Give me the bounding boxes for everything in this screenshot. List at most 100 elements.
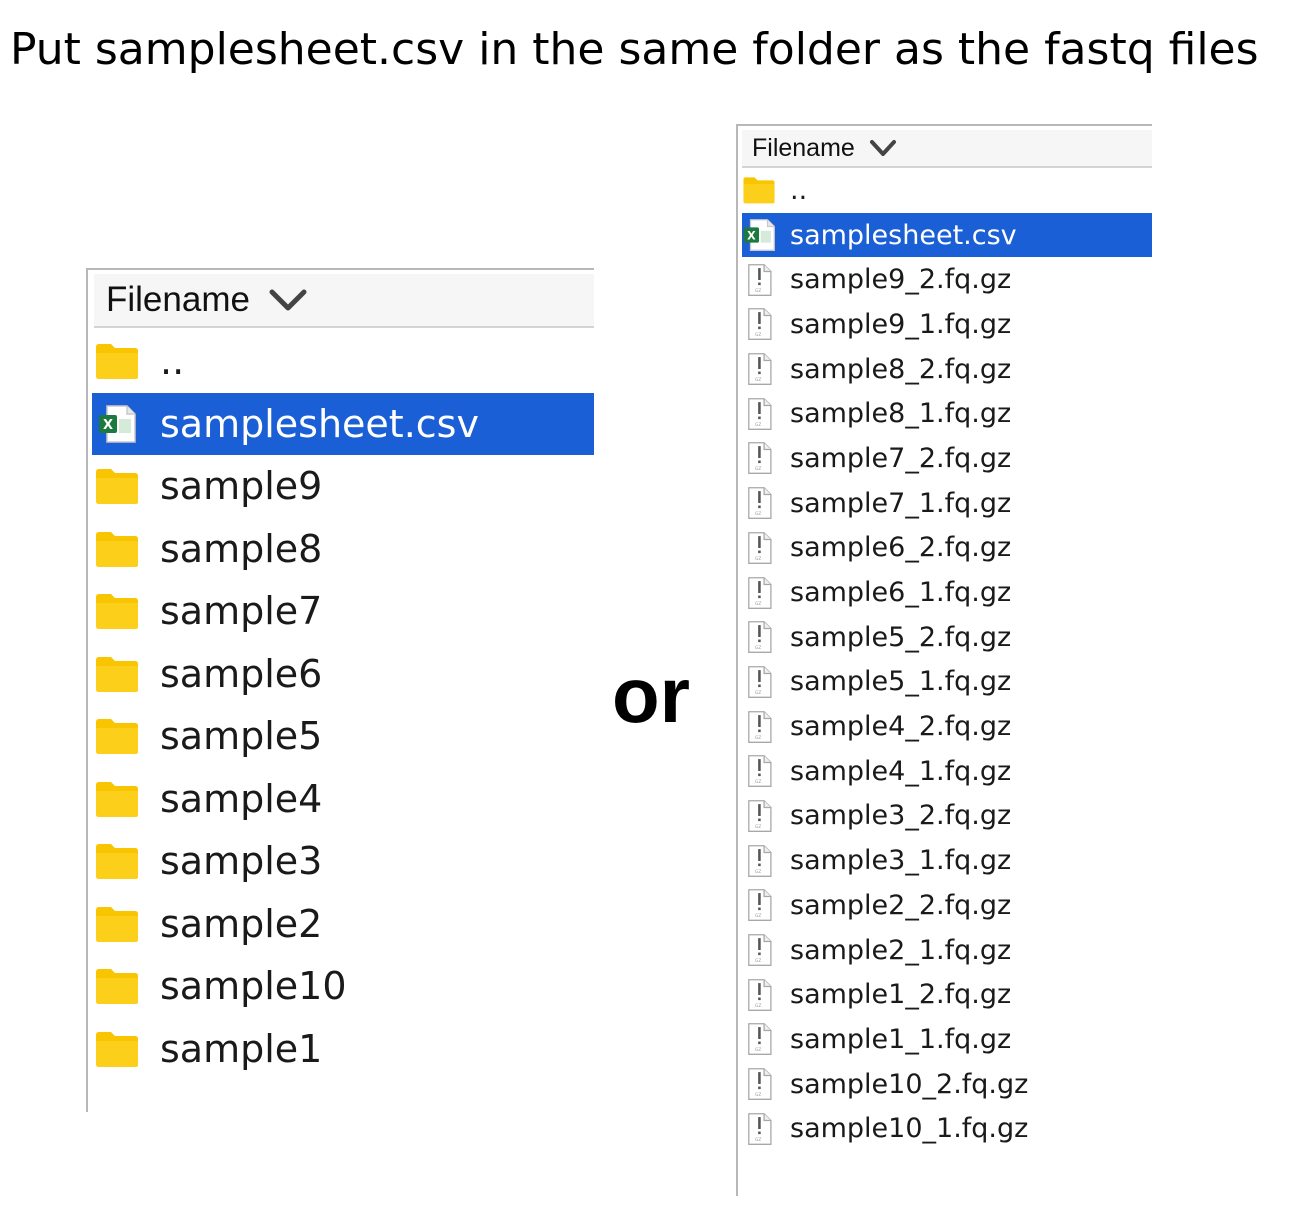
file-row[interactable]: GZ sample9_1.fq.gz: [742, 302, 1152, 347]
gz-file-icon: GZ: [742, 441, 776, 475]
svg-text:GZ: GZ: [755, 466, 761, 472]
file-name: sample1_1.fq.gz: [790, 1023, 1012, 1055]
file-row[interactable]: GZ sample9_2.fq.gz: [742, 257, 1152, 302]
file-row[interactable]: GZ sample4_1.fq.gz: [742, 749, 1152, 794]
file-name: samplesheet.csv: [160, 401, 479, 446]
file-row[interactable]: sample1: [92, 1018, 594, 1081]
svg-text:GZ: GZ: [755, 779, 761, 785]
file-name: sample10: [160, 964, 347, 1009]
file-name: sample4_2.fq.gz: [790, 711, 1012, 743]
svg-text:GZ: GZ: [755, 645, 761, 651]
filename-column-header[interactable]: Filename: [742, 130, 1152, 168]
file-name: sample7_2.fq.gz: [790, 442, 1012, 474]
file-list-panel-folders: Filename .. Xsamplesheet.csv sample9 sample…: [86, 268, 594, 1112]
file-name: sample4_1.fq.gz: [790, 755, 1012, 787]
folder-icon: [94, 591, 140, 631]
file-name: sample8: [160, 526, 323, 571]
file-name: sample9_1.fq.gz: [790, 308, 1012, 340]
file-row[interactable]: sample9: [92, 455, 594, 518]
file-row[interactable]: Xsamplesheet.csv: [92, 392, 594, 455]
file-name: sample8_1.fq.gz: [790, 398, 1012, 430]
file-row[interactable]: ..: [92, 330, 594, 393]
file-name: sample5: [160, 714, 323, 759]
file-name: sample7: [160, 589, 323, 634]
file-name: sample3_1.fq.gz: [790, 845, 1012, 877]
file-name: ..: [790, 174, 808, 206]
file-name: sample9: [160, 464, 323, 509]
gz-file-icon: GZ: [742, 486, 776, 520]
file-name: sample6_1.fq.gz: [790, 577, 1012, 609]
file-row[interactable]: Xsamplesheet.csv: [742, 212, 1152, 258]
file-row[interactable]: GZ sample6_1.fq.gz: [742, 570, 1152, 615]
svg-text:GZ: GZ: [755, 869, 761, 875]
file-row[interactable]: GZ sample10_1.fq.gz: [742, 1106, 1152, 1151]
file-row[interactable]: GZ sample6_2.fq.gz: [742, 526, 1152, 571]
svg-text:X: X: [103, 418, 113, 433]
file-list: .. Xsamplesheet.csv GZ sample9_2.fq.gz GZ sam…: [742, 168, 1152, 1151]
file-row[interactable]: GZ sample7_1.fq.gz: [742, 481, 1152, 526]
folder-icon: [94, 466, 140, 506]
file-row[interactable]: sample5: [92, 705, 594, 768]
gz-file-icon: GZ: [742, 799, 776, 833]
file-row[interactable]: GZ sample5_1.fq.gz: [742, 660, 1152, 705]
gz-file-icon: GZ: [742, 978, 776, 1012]
separator-text: or: [612, 651, 690, 739]
file-name: sample6: [160, 651, 323, 696]
file-row[interactable]: ..: [742, 168, 1152, 213]
file-name: sample2_1.fq.gz: [790, 934, 1012, 966]
folder-icon: [94, 779, 140, 819]
file-row[interactable]: GZ sample4_2.fq.gz: [742, 704, 1152, 749]
file-name: sample5_2.fq.gz: [790, 621, 1012, 653]
file-row[interactable]: GZ sample8_2.fq.gz: [742, 347, 1152, 392]
file-row[interactable]: sample10: [92, 955, 594, 1018]
file-name: sample8_2.fq.gz: [790, 353, 1012, 385]
file-row[interactable]: sample2: [92, 893, 594, 956]
file-row[interactable]: sample4: [92, 768, 594, 831]
file-name: sample1: [160, 1026, 323, 1071]
gz-file-icon: GZ: [742, 620, 776, 654]
file-row[interactable]: sample8: [92, 518, 594, 581]
gz-file-icon: GZ: [742, 844, 776, 878]
filename-column-header[interactable]: Filename: [94, 274, 594, 328]
file-row[interactable]: GZ sample2_1.fq.gz: [742, 928, 1152, 973]
file-name: ..: [160, 339, 185, 384]
file-name: sample1_2.fq.gz: [790, 979, 1012, 1011]
gz-file-icon: GZ: [742, 531, 776, 565]
file-name: sample5_1.fq.gz: [790, 666, 1012, 698]
file-row[interactable]: sample7: [92, 580, 594, 643]
file-row[interactable]: GZ sample5_2.fq.gz: [742, 615, 1152, 660]
svg-text:GZ: GZ: [755, 958, 761, 964]
folder-icon: [94, 966, 140, 1006]
file-row[interactable]: GZ sample3_2.fq.gz: [742, 794, 1152, 839]
file-name: sample3_2.fq.gz: [790, 800, 1012, 832]
svg-text:GZ: GZ: [755, 1047, 761, 1053]
gz-file-icon: GZ: [742, 576, 776, 610]
column-header-label: Filename: [106, 280, 250, 319]
chevron-down-icon: [269, 289, 307, 311]
file-row[interactable]: GZ sample2_2.fq.gz: [742, 883, 1152, 928]
gz-file-icon: GZ: [742, 307, 776, 341]
file-row[interactable]: GZ sample8_1.fq.gz: [742, 391, 1152, 436]
file-row[interactable]: sample6: [92, 643, 594, 706]
file-row[interactable]: GZ sample3_1.fq.gz: [742, 838, 1152, 883]
svg-text:GZ: GZ: [755, 1003, 761, 1009]
folder-icon: [742, 173, 776, 207]
file-row[interactable]: GZ sample1_1.fq.gz: [742, 1017, 1152, 1062]
file-name: sample9_2.fq.gz: [790, 264, 1012, 296]
file-row[interactable]: GZ sample10_2.fq.gz: [742, 1062, 1152, 1107]
svg-text:X: X: [747, 229, 756, 242]
file-row[interactable]: GZ sample7_2.fq.gz: [742, 436, 1152, 481]
gz-file-icon: GZ: [742, 263, 776, 297]
svg-text:GZ: GZ: [755, 511, 761, 517]
column-header-label: Filename: [752, 133, 855, 162]
folder-icon: [94, 341, 140, 381]
gz-file-icon: GZ: [742, 1067, 776, 1101]
gz-file-icon: GZ: [742, 888, 776, 922]
page-title: Put samplesheet.csv in the same folder a…: [10, 24, 1259, 75]
file-row[interactable]: sample3: [92, 830, 594, 893]
file-name: samplesheet.csv: [790, 219, 1017, 251]
file-name: sample10_2.fq.gz: [790, 1068, 1029, 1100]
svg-text:GZ: GZ: [755, 1092, 761, 1098]
file-row[interactable]: GZ sample1_2.fq.gz: [742, 972, 1152, 1017]
csv-file-icon: X: [742, 218, 776, 252]
